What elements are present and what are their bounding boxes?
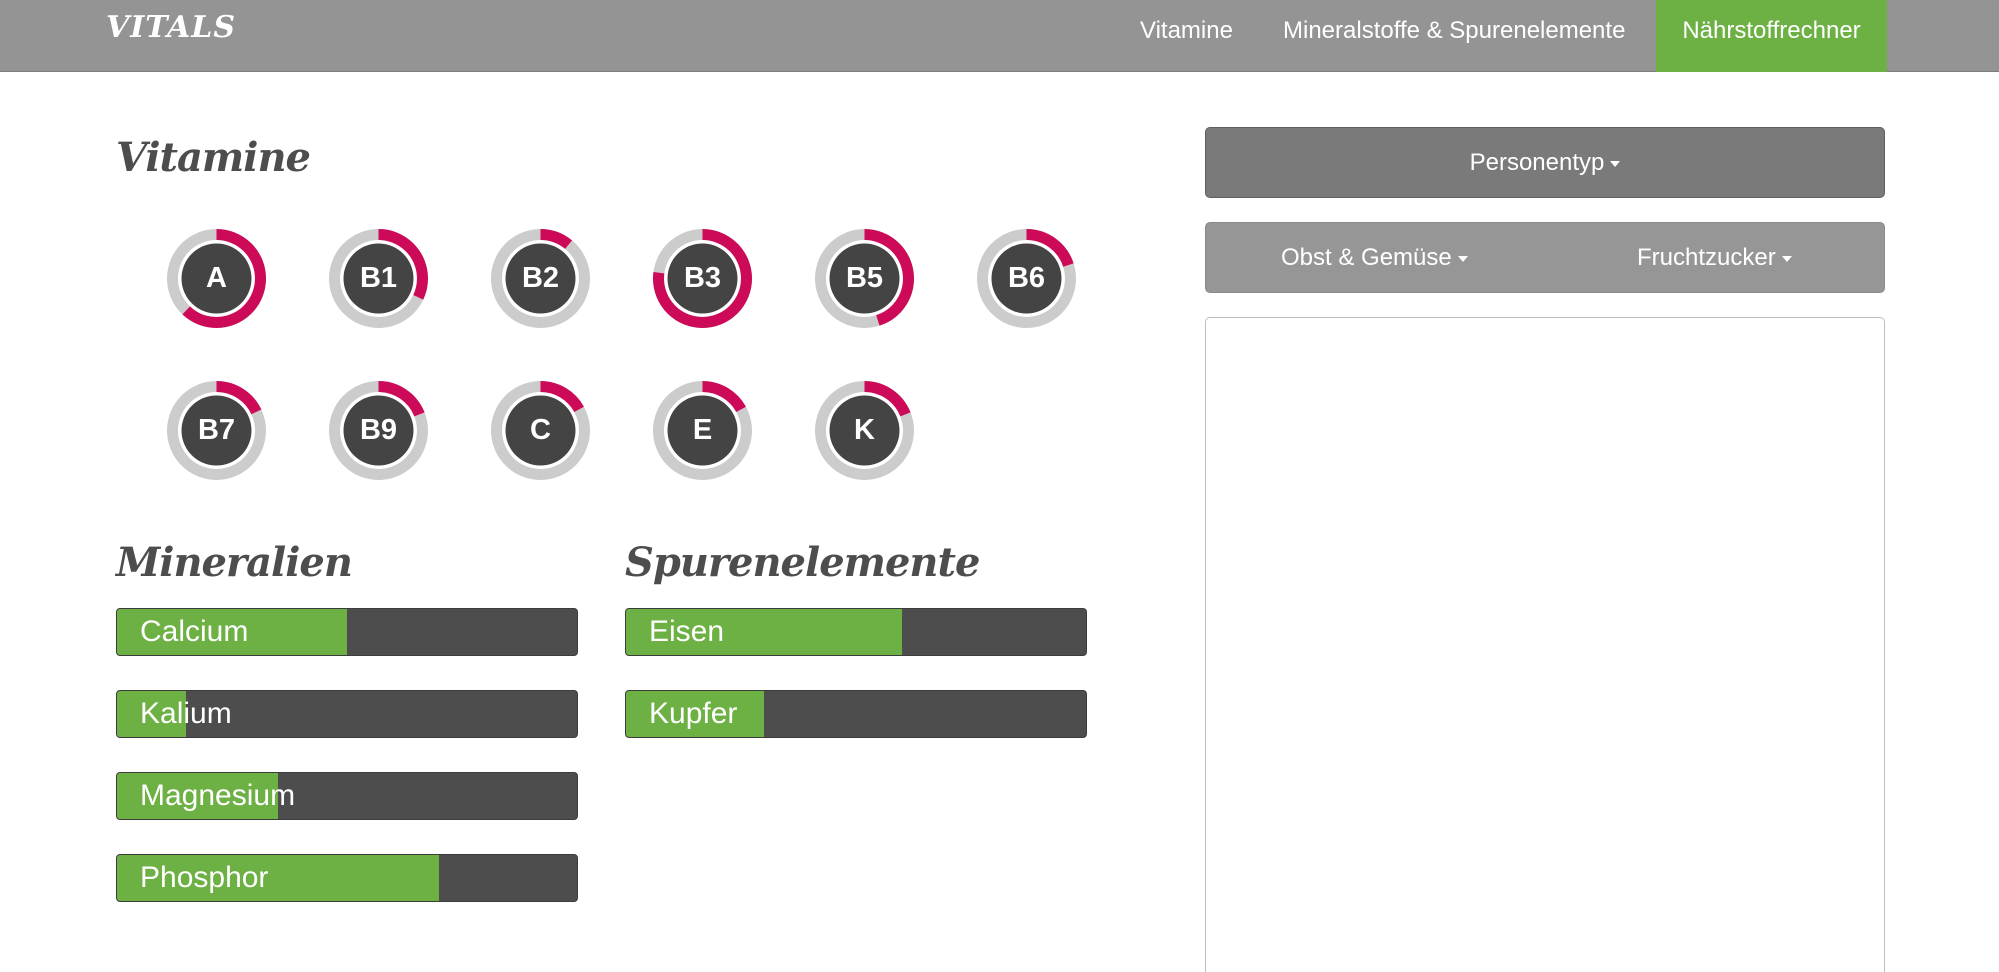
bar-label: Magnesium — [140, 779, 296, 812]
vitamin-ring-b9[interactable]: B9 — [328, 380, 429, 481]
vitamin-ring-b2[interactable]: B2 — [490, 228, 591, 329]
vitamin-label: B5 — [845, 262, 884, 294]
vitamin-ring-k[interactable]: K — [814, 380, 915, 481]
vitamin-ring-b1[interactable]: B1 — [328, 228, 429, 329]
bar-label: Eisen — [649, 615, 725, 648]
personentyp-label: Personentyp — [1469, 149, 1605, 176]
navbar: VITALS Vitamine Mineralstoffe & Spurenel… — [0, 0, 1999, 72]
bar-label: Calcium — [140, 615, 249, 648]
fruchtzucker-dropdown[interactable]: Fruchtzucker — [1637, 223, 1792, 292]
vitamin-ring-a[interactable]: A — [166, 228, 267, 329]
vitamin-label: E — [692, 414, 713, 446]
brand-logo[interactable]: VITALS — [106, 10, 236, 45]
mineral-bar-kalium[interactable]: Kalium — [116, 690, 578, 738]
mineral-bar-calcium[interactable]: Calcium — [116, 608, 578, 656]
caret-down-icon — [1781, 255, 1792, 262]
vitamin-label: A — [206, 262, 227, 294]
vitamin-label: B3 — [683, 262, 722, 294]
obst-gemuese-label: Obst & Gemüse — [1281, 244, 1452, 271]
bar-label: Kupfer — [649, 697, 738, 730]
result-panel — [1205, 317, 1885, 972]
bar-label: Kalium — [140, 697, 232, 730]
vitamin-ring-b5[interactable]: B5 — [814, 228, 915, 329]
vitamin-label: B1 — [359, 262, 398, 294]
fruchtzucker-label: Fruchtzucker — [1637, 244, 1776, 271]
mineral-bar-phosphor[interactable]: Phosphor — [116, 854, 578, 902]
caret-down-icon — [1457, 255, 1468, 262]
vitamine-heading: Vitamine — [116, 134, 311, 181]
vitamin-ring-b7[interactable]: B7 — [166, 380, 267, 481]
vitamin-ring-e[interactable]: E — [652, 380, 753, 481]
vitamin-label: C — [530, 414, 551, 446]
spurenelemente-heading: Spurenelemente — [625, 539, 980, 586]
vitamin-ring-b3[interactable]: B3 — [652, 228, 753, 329]
caret-down-icon — [1610, 160, 1621, 167]
nav-item-naehrstoffrechner[interactable]: Nährstoffrechner — [1656, 0, 1887, 72]
bar-label: Phosphor — [140, 861, 269, 894]
vitamin-label: B6 — [1007, 262, 1046, 294]
vitamin-ring-c[interactable]: C — [490, 380, 591, 481]
vitamin-label: B9 — [359, 414, 398, 446]
mineralien-heading: Mineralien — [116, 539, 353, 586]
vitamin-label: B2 — [521, 262, 560, 294]
vitamin-label: K — [854, 414, 875, 446]
vitamin-label: B7 — [197, 414, 236, 446]
vitamin-ring-b6[interactable]: B6 — [976, 228, 1077, 329]
personentyp-dropdown[interactable]: Personentyp — [1205, 127, 1885, 198]
trace-bar-eisen[interactable]: Eisen — [625, 608, 1087, 656]
trace-bar-kupfer[interactable]: Kupfer — [625, 690, 1087, 738]
filter-bar: Obst & Gemüse Fruchtzucker — [1205, 222, 1885, 293]
nav-item-mineralstoffe[interactable]: Mineralstoffe & Spurenelemente — [1259, 0, 1649, 72]
mineral-bar-magnesium[interactable]: Magnesium — [116, 772, 578, 820]
nav-item-vitamine[interactable]: Vitamine — [1116, 0, 1257, 72]
obst-gemuese-dropdown[interactable]: Obst & Gemüse — [1281, 223, 1468, 292]
